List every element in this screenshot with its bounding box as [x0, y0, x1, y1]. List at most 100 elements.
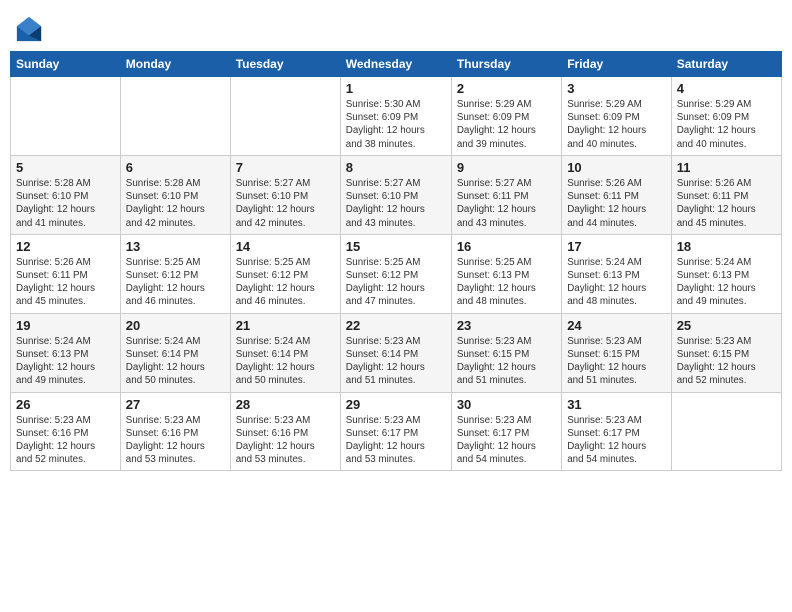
calendar-week-row: 1 Sunrise: 5:30 AM Sunset: 6:09 PM Daylig… — [11, 77, 782, 156]
logo — [15, 15, 47, 43]
calendar-cell: 5 Sunrise: 5:28 AM Sunset: 6:10 PM Daylig… — [11, 155, 121, 234]
day-info: Sunrise: 5:23 AM Sunset: 6:17 PM Dayligh… — [457, 414, 556, 467]
day-number: 16 — [457, 239, 556, 254]
calendar-cell: 29 Sunrise: 5:23 AM Sunset: 6:17 PM Dayli… — [340, 392, 451, 471]
calendar-cell: 4 Sunrise: 5:29 AM Sunset: 6:09 PM Daylig… — [671, 77, 781, 156]
calendar-week-row: 5 Sunrise: 5:28 AM Sunset: 6:10 PM Daylig… — [11, 155, 782, 234]
day-number: 29 — [346, 397, 446, 412]
day-of-week-header: Saturday — [671, 52, 781, 77]
day-of-week-header: Thursday — [451, 52, 561, 77]
day-info: Sunrise: 5:24 AM Sunset: 6:14 PM Dayligh… — [126, 335, 225, 388]
day-number: 25 — [677, 318, 776, 333]
calendar-cell: 26 Sunrise: 5:23 AM Sunset: 6:16 PM Dayli… — [11, 392, 121, 471]
calendar-cell: 31Sunrise: 5:23 AM Sunset: 6:17 PM Dayli… — [562, 392, 672, 471]
day-info: Sunrise: 5:29 AM Sunset: 6:09 PM Dayligh… — [677, 98, 776, 151]
calendar-cell: 17 Sunrise: 5:24 AM Sunset: 6:13 PM Dayli… — [562, 234, 672, 313]
calendar-cell: 23 Sunrise: 5:23 AM Sunset: 6:15 PM Dayli… — [451, 313, 561, 392]
day-info: Sunrise: 5:23 AM Sunset: 6:15 PM Dayligh… — [677, 335, 776, 388]
day-number: 21 — [236, 318, 335, 333]
day-info: Sunrise: 5:23 AM Sunset: 6:15 PM Dayligh… — [567, 335, 666, 388]
day-info: Sunrise: 5:30 AM Sunset: 6:09 PM Dayligh… — [346, 98, 446, 151]
day-info: Sunrise: 5:23 AM Sunset: 6:16 PM Dayligh… — [236, 414, 335, 467]
logo-icon — [15, 15, 43, 43]
day-number: 3 — [567, 81, 666, 96]
day-info: Sunrise: 5:23 AM Sunset: 6:15 PM Dayligh… — [457, 335, 556, 388]
day-number: 17 — [567, 239, 666, 254]
day-number: 30 — [457, 397, 556, 412]
calendar-cell — [11, 77, 121, 156]
day-info: Sunrise: 5:28 AM Sunset: 6:10 PM Dayligh… — [16, 177, 115, 230]
day-number: 5 — [16, 160, 115, 175]
day-info: Sunrise: 5:26 AM Sunset: 6:11 PM Dayligh… — [16, 256, 115, 309]
day-number: 10 — [567, 160, 666, 175]
calendar-cell: 16 Sunrise: 5:25 AM Sunset: 6:13 PM Dayli… — [451, 234, 561, 313]
day-info: Sunrise: 5:26 AM Sunset: 6:11 PM Dayligh… — [677, 177, 776, 230]
day-number: 18 — [677, 239, 776, 254]
calendar-cell — [230, 77, 340, 156]
calendar-cell: 27 Sunrise: 5:23 AM Sunset: 6:16 PM Dayli… — [120, 392, 230, 471]
day-info: Sunrise: 5:27 AM Sunset: 6:10 PM Dayligh… — [346, 177, 446, 230]
day-number: 7 — [236, 160, 335, 175]
page-header — [10, 10, 782, 43]
day-info: Sunrise: 5:27 AM Sunset: 6:11 PM Dayligh… — [457, 177, 556, 230]
calendar-week-row: 26 Sunrise: 5:23 AM Sunset: 6:16 PM Dayli… — [11, 392, 782, 471]
day-info: Sunrise: 5:23 AM Sunset: 6:14 PM Dayligh… — [346, 335, 446, 388]
calendar-cell — [671, 392, 781, 471]
day-number: 22 — [346, 318, 446, 333]
calendar-cell: 24 Sunrise: 5:23 AM Sunset: 6:15 PM Dayli… — [562, 313, 672, 392]
day-number: 11 — [677, 160, 776, 175]
day-info: Sunrise: 5:24 AM Sunset: 6:13 PM Dayligh… — [677, 256, 776, 309]
day-number: 8 — [346, 160, 446, 175]
day-number: 26 — [16, 397, 115, 412]
calendar-cell: 10 Sunrise: 5:26 AM Sunset: 6:11 PM Dayli… — [562, 155, 672, 234]
calendar-cell: 19 Sunrise: 5:24 AM Sunset: 6:13 PM Dayli… — [11, 313, 121, 392]
day-of-week-header: Monday — [120, 52, 230, 77]
day-of-week-header: Tuesday — [230, 52, 340, 77]
day-number: 12 — [16, 239, 115, 254]
day-number: 24 — [567, 318, 666, 333]
day-info: Sunrise: 5:23 AM Sunset: 6:16 PM Dayligh… — [126, 414, 225, 467]
day-number: 13 — [126, 239, 225, 254]
day-info: Sunrise: 5:24 AM Sunset: 6:13 PM Dayligh… — [567, 256, 666, 309]
day-info: Sunrise: 5:27 AM Sunset: 6:10 PM Dayligh… — [236, 177, 335, 230]
day-number: 23 — [457, 318, 556, 333]
calendar-cell: 20 Sunrise: 5:24 AM Sunset: 6:14 PM Dayli… — [120, 313, 230, 392]
day-number: 6 — [126, 160, 225, 175]
calendar-table: SundayMondayTuesdayWednesdayThursdayFrid… — [10, 51, 782, 471]
calendar-cell — [120, 77, 230, 156]
calendar-cell: 6 Sunrise: 5:28 AM Sunset: 6:10 PM Daylig… — [120, 155, 230, 234]
calendar-cell: 14Sunrise: 5:25 AM Sunset: 6:12 PM Dayli… — [230, 234, 340, 313]
day-info: Sunrise: 5:23 AM Sunset: 6:17 PM Dayligh… — [346, 414, 446, 467]
day-info: Sunrise: 5:23 AM Sunset: 6:17 PM Dayligh… — [567, 414, 666, 467]
day-number: 15 — [346, 239, 446, 254]
day-number: 1 — [346, 81, 446, 96]
calendar-cell: 3Sunrise: 5:29 AM Sunset: 6:09 PM Daylig… — [562, 77, 672, 156]
day-info: Sunrise: 5:28 AM Sunset: 6:10 PM Dayligh… — [126, 177, 225, 230]
day-info: Sunrise: 5:29 AM Sunset: 6:09 PM Dayligh… — [457, 98, 556, 151]
day-number: 19 — [16, 318, 115, 333]
day-info: Sunrise: 5:25 AM Sunset: 6:12 PM Dayligh… — [126, 256, 225, 309]
calendar-cell: 11 Sunrise: 5:26 AM Sunset: 6:11 PM Dayli… — [671, 155, 781, 234]
day-info: Sunrise: 5:24 AM Sunset: 6:14 PM Dayligh… — [236, 335, 335, 388]
calendar-header-row: SundayMondayTuesdayWednesdayThursdayFrid… — [11, 52, 782, 77]
day-number: 9 — [457, 160, 556, 175]
day-info: Sunrise: 5:26 AM Sunset: 6:11 PM Dayligh… — [567, 177, 666, 230]
calendar-cell: 30 Sunrise: 5:23 AM Sunset: 6:17 PM Dayli… — [451, 392, 561, 471]
day-number: 20 — [126, 318, 225, 333]
calendar-week-row: 19 Sunrise: 5:24 AM Sunset: 6:13 PM Dayli… — [11, 313, 782, 392]
day-number: 27 — [126, 397, 225, 412]
day-number: 14 — [236, 239, 335, 254]
calendar-cell: 12 Sunrise: 5:26 AM Sunset: 6:11 PM Dayli… — [11, 234, 121, 313]
calendar-cell: 8 Sunrise: 5:27 AM Sunset: 6:10 PM Daylig… — [340, 155, 451, 234]
calendar-cell: 22 Sunrise: 5:23 AM Sunset: 6:14 PM Dayli… — [340, 313, 451, 392]
calendar-cell: 15Sunrise: 5:25 AM Sunset: 6:12 PM Dayli… — [340, 234, 451, 313]
day-info: Sunrise: 5:25 AM Sunset: 6:13 PM Dayligh… — [457, 256, 556, 309]
day-info: Sunrise: 5:24 AM Sunset: 6:13 PM Dayligh… — [16, 335, 115, 388]
day-number: 4 — [677, 81, 776, 96]
calendar-cell: 18 Sunrise: 5:24 AM Sunset: 6:13 PM Dayli… — [671, 234, 781, 313]
day-info: Sunrise: 5:23 AM Sunset: 6:16 PM Dayligh… — [16, 414, 115, 467]
day-of-week-header: Friday — [562, 52, 672, 77]
calendar-cell: 9 Sunrise: 5:27 AM Sunset: 6:11 PM Daylig… — [451, 155, 561, 234]
calendar-cell: 28Sunrise: 5:23 AM Sunset: 6:16 PM Dayli… — [230, 392, 340, 471]
calendar-cell: 13 Sunrise: 5:25 AM Sunset: 6:12 PM Dayli… — [120, 234, 230, 313]
